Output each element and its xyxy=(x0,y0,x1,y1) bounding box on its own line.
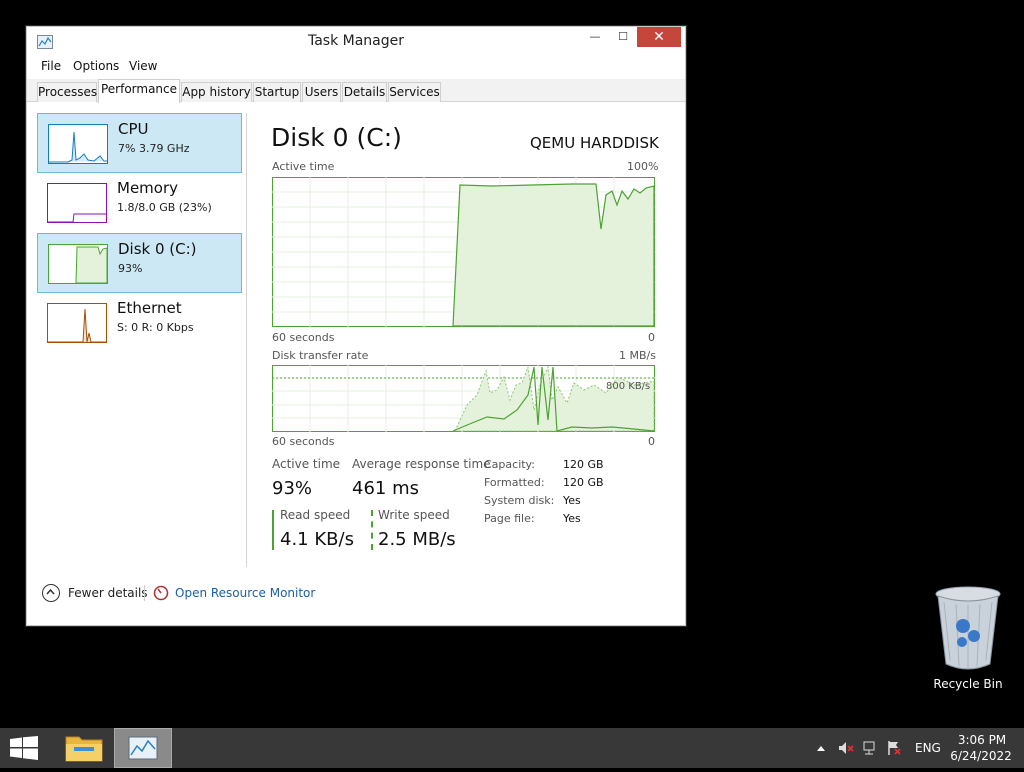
taskbar-task-manager[interactable] xyxy=(114,728,172,768)
menu-view[interactable]: View xyxy=(129,59,157,73)
write-speed-legend-line xyxy=(371,510,373,550)
input-language[interactable]: ENG xyxy=(915,741,941,755)
page-file-value: Yes xyxy=(563,512,581,525)
write-speed-label: Write speed xyxy=(378,508,450,522)
sidebar-item-subtitle: 1.8/8.0 GB (23%) xyxy=(117,201,212,214)
disk-thumbnail-graph xyxy=(48,244,108,284)
system-disk-key: System disk: xyxy=(484,494,555,507)
open-resource-monitor-link[interactable]: Open Resource Monitor xyxy=(175,586,315,600)
read-speed-value: 4.1 KB/s xyxy=(280,529,354,550)
clock-time[interactable]: 3:06 PM xyxy=(957,733,1007,747)
tab-bar: Processes Performance App history Startu… xyxy=(27,79,685,103)
ethernet-thumbnail-graph xyxy=(47,303,107,343)
cpu-thumbnail-graph xyxy=(48,124,108,164)
menu-options[interactable]: Options xyxy=(73,59,119,73)
close-button[interactable]: ✕ xyxy=(637,27,681,47)
capacity-key: Capacity: xyxy=(484,458,535,471)
fewer-details-button[interactable]: Fewer details xyxy=(68,586,148,600)
tab-app-history[interactable]: App history xyxy=(181,82,252,102)
start-button[interactable] xyxy=(10,736,38,760)
read-speed-legend-line xyxy=(272,510,274,550)
recycle-bin-label: Recycle Bin xyxy=(933,677,1003,691)
title-bar[interactable]: Task Manager — ☐ ✕ xyxy=(27,27,685,55)
sidebar-item-title: Memory xyxy=(117,179,179,197)
sidebar-item-title: Disk 0 (C:) xyxy=(118,240,197,258)
transfer-rate-graph xyxy=(272,365,655,432)
avg-response-value: 461 ms xyxy=(352,478,419,499)
minimize-button[interactable]: — xyxy=(581,27,609,47)
transfer-graph-label: Disk transfer rate xyxy=(272,349,369,362)
footer-separator xyxy=(144,585,145,601)
transfer-graph-max: 1 MB/s xyxy=(619,349,656,362)
transfer-graph-right-axis: 0 xyxy=(648,435,655,448)
sidebar-item-memory[interactable]: Memory 1.8/8.0 GB (23%) xyxy=(37,173,242,233)
sidebar-item-subtitle: S: 0 R: 0 Kbps xyxy=(117,321,194,334)
formatted-key: Formatted: xyxy=(484,476,545,489)
show-hidden-icons-icon[interactable] xyxy=(816,744,826,752)
tab-performance[interactable]: Performance xyxy=(98,79,180,103)
taskbar: ENG 3:06 PM 6/24/2022 xyxy=(0,728,1024,768)
tab-services[interactable]: Services xyxy=(388,82,441,102)
active-time-value: 93% xyxy=(272,478,313,499)
active-time-graph-left-axis: 60 seconds xyxy=(272,331,335,344)
tab-processes[interactable]: Processes xyxy=(37,82,97,102)
tab-users[interactable]: Users xyxy=(302,82,341,102)
taskbar-file-explorer[interactable] xyxy=(56,728,114,768)
write-speed-value: 2.5 MB/s xyxy=(378,529,456,550)
formatted-value: 120 GB xyxy=(563,476,604,489)
active-time-graph-right-axis: 0 xyxy=(648,331,655,344)
task-manager-window: Task Manager — ☐ ✕ File Options View Pro… xyxy=(26,26,686,626)
menu-bar: File Options View xyxy=(27,56,685,78)
sidebar-item-ethernet[interactable]: Ethernet S: 0 R: 0 Kbps xyxy=(37,293,242,353)
memory-thumbnail-graph xyxy=(47,183,107,223)
sidebar-item-subtitle: 93% xyxy=(118,262,143,275)
system-disk-value: Yes xyxy=(563,494,581,507)
recycle-bin-icon xyxy=(935,586,1001,670)
sidebar-item-title: CPU xyxy=(118,120,149,138)
active-time-graph xyxy=(272,177,655,327)
action-center-flag-icon[interactable] xyxy=(886,740,902,756)
disk-model: QEMU HARDDISK xyxy=(530,134,659,152)
desktop: Task Manager — ☐ ✕ File Options View Pro… xyxy=(0,0,1024,728)
transfer-graph-left-axis: 60 seconds xyxy=(272,435,335,448)
read-speed-label: Read speed xyxy=(280,508,351,522)
transfer-graph-mid-label: 800 KB/s xyxy=(606,381,651,392)
tab-details[interactable]: Details xyxy=(342,82,387,102)
resource-monitor-icon xyxy=(153,585,169,601)
page-file-key: Page file: xyxy=(484,512,535,525)
clock-date[interactable]: 6/24/2022 xyxy=(950,749,1012,763)
pane-divider[interactable] xyxy=(246,113,247,567)
volume-muted-icon[interactable] xyxy=(838,740,854,756)
chevron-up-icon[interactable] xyxy=(42,584,60,602)
network-icon[interactable] xyxy=(862,740,878,756)
active-time-graph-label: Active time xyxy=(272,160,335,173)
task-manager-taskbar-icon xyxy=(128,736,158,760)
sidebar-item-disk[interactable]: Disk 0 (C:) 93% xyxy=(37,233,242,293)
avg-response-label: Average response time xyxy=(352,457,491,471)
tab-startup[interactable]: Startup xyxy=(253,82,301,102)
sidebar-item-subtitle: 7% 3.79 GHz xyxy=(118,142,190,155)
recycle-bin-shortcut[interactable]: Recycle Bin xyxy=(930,584,1010,694)
capacity-value: 120 GB xyxy=(563,458,604,471)
maximize-button[interactable]: ☐ xyxy=(609,27,637,47)
active-time-label: Active time xyxy=(272,457,341,471)
sidebar-item-cpu[interactable]: CPU 7% 3.79 GHz xyxy=(37,113,242,173)
sidebar-item-title: Ethernet xyxy=(117,299,182,317)
menu-file[interactable]: File xyxy=(41,59,61,73)
folder-icon xyxy=(65,736,103,762)
resource-list: CPU 7% 3.79 GHz Memory 1.8/8.0 GB (23%) … xyxy=(37,113,247,568)
disk-title: Disk 0 (C:) xyxy=(271,123,402,152)
active-time-graph-max: 100% xyxy=(627,160,659,173)
